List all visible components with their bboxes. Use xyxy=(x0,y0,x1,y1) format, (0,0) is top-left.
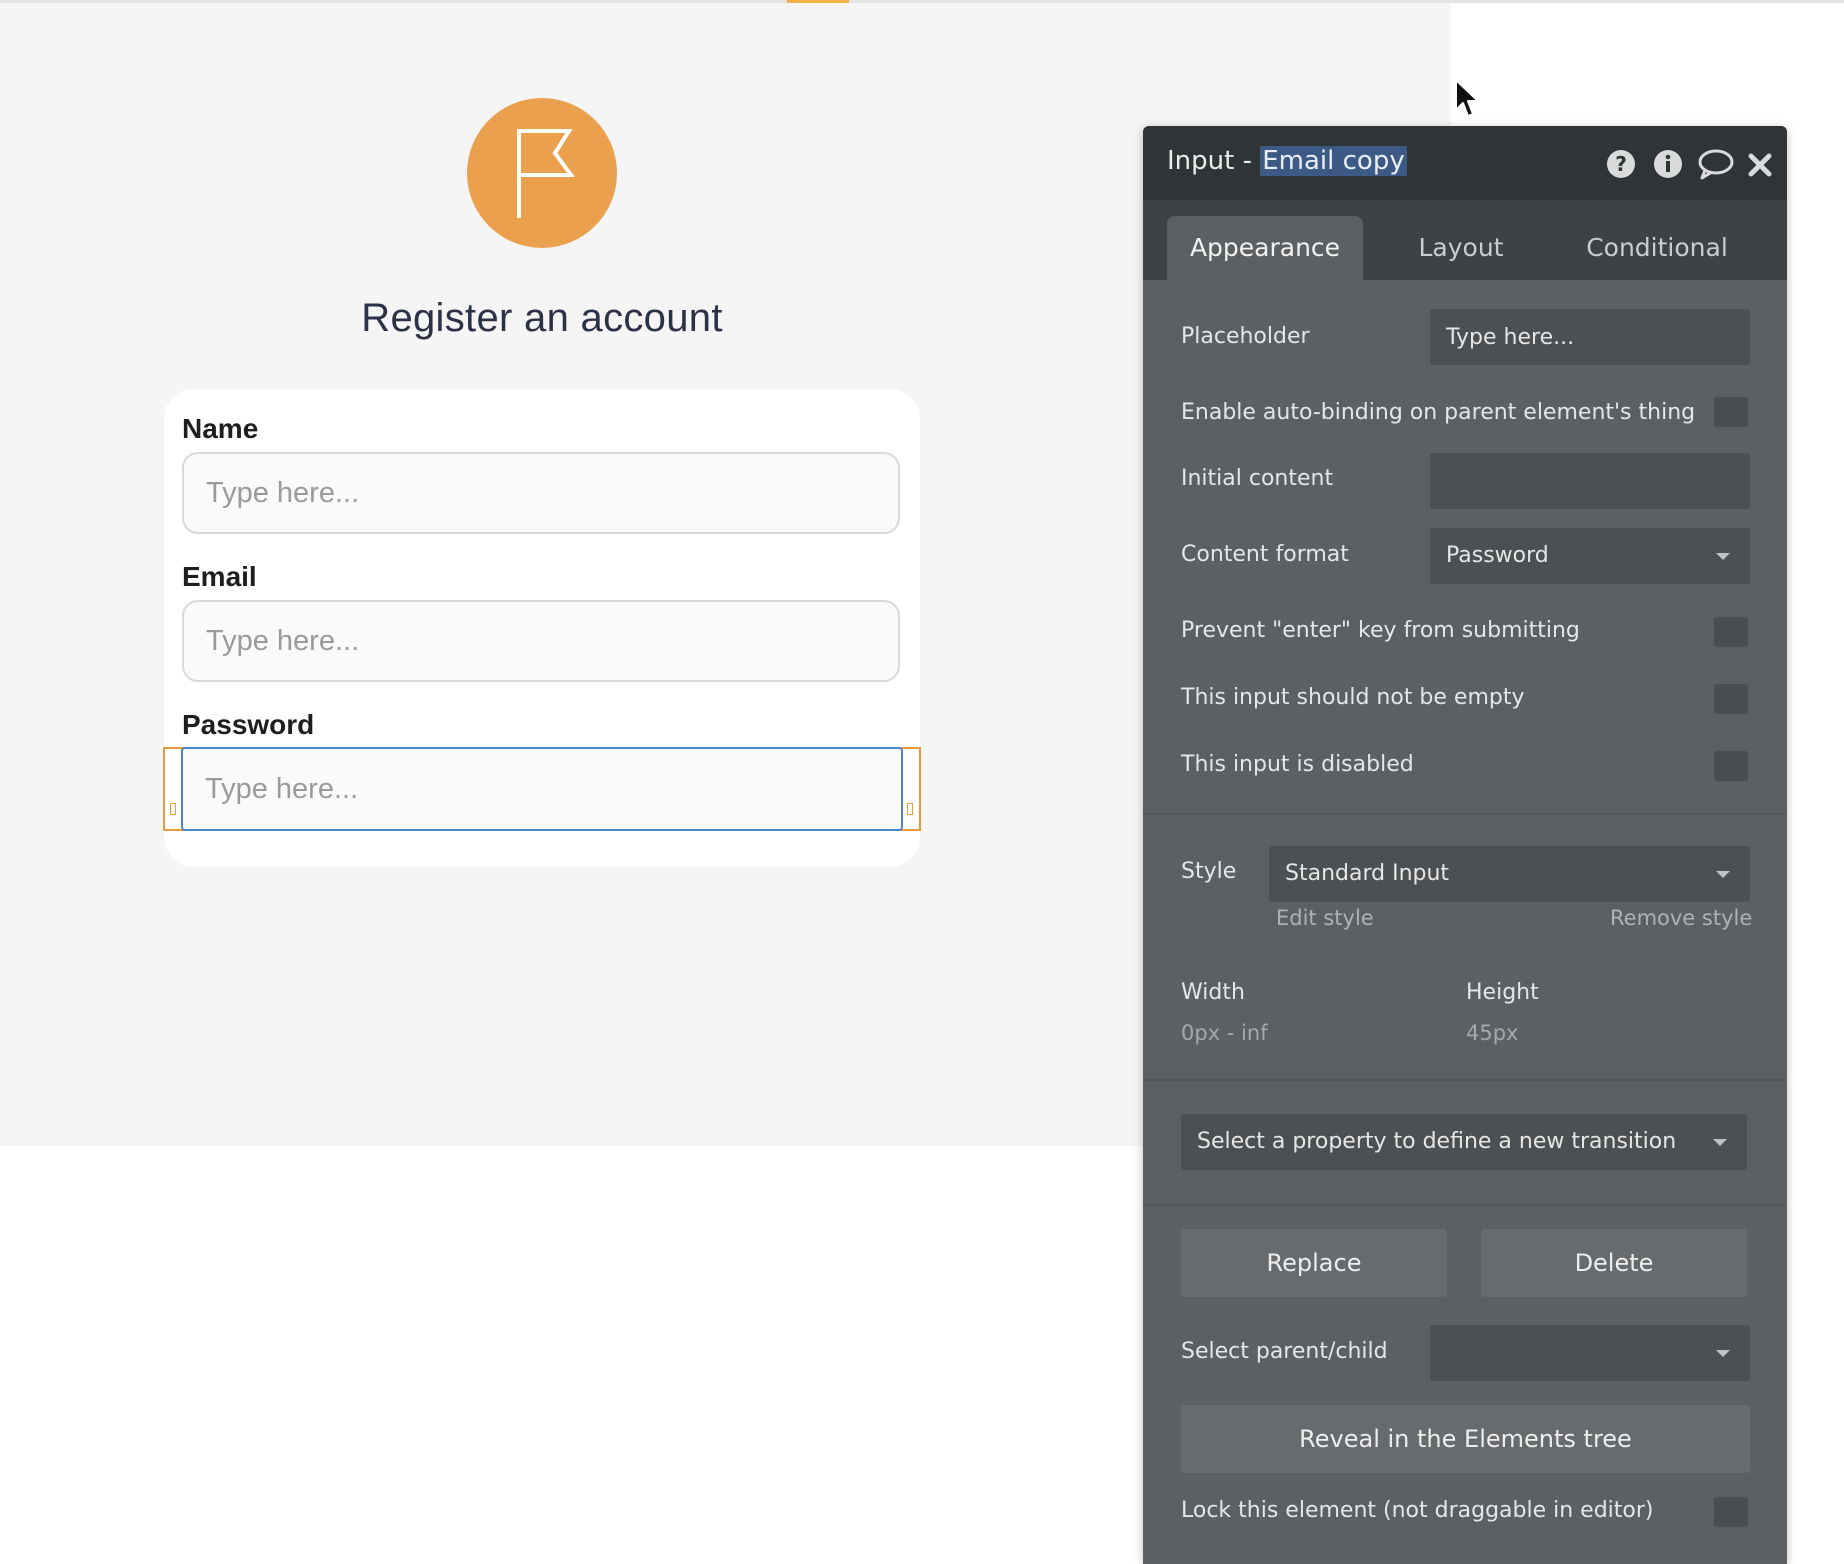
svg-text:?: ? xyxy=(1615,152,1627,176)
panel-header[interactable]: Input - Email copy ? xyxy=(1143,126,1787,200)
selection-handle-right[interactable] xyxy=(907,803,913,815)
selection-handle-left[interactable] xyxy=(170,803,176,815)
initial-content-input[interactable] xyxy=(1430,453,1750,509)
mouse-cursor-icon xyxy=(1455,79,1479,117)
info-icon[interactable] xyxy=(1652,148,1684,180)
style-value: Standard Input xyxy=(1285,861,1450,886)
content-format-label: Content format xyxy=(1181,542,1349,567)
name-label: Name xyxy=(182,413,259,444)
element-name[interactable]: Email copy xyxy=(1260,146,1407,176)
logo xyxy=(467,98,617,248)
autobinding-checkbox[interactable] xyxy=(1714,397,1748,427)
content-format-select[interactable]: Password xyxy=(1430,528,1750,584)
email-label: Email xyxy=(182,561,257,592)
disabled-checkbox[interactable] xyxy=(1714,751,1748,781)
parent-child-label: Select parent/child xyxy=(1181,1339,1388,1364)
height-value[interactable]: 45px xyxy=(1466,1021,1518,1045)
page-title: Register an account xyxy=(361,296,723,340)
close-icon[interactable] xyxy=(1746,148,1774,180)
prevent-enter-checkbox[interactable] xyxy=(1714,617,1748,647)
edit-style-link[interactable]: Edit style xyxy=(1276,906,1374,930)
height-label: Height xyxy=(1466,980,1539,1005)
content-format-value: Password xyxy=(1446,543,1549,568)
password-label: Password xyxy=(182,709,315,740)
section-divider xyxy=(1143,1204,1787,1206)
width-label: Width xyxy=(1181,980,1245,1005)
comment-icon[interactable] xyxy=(1697,148,1735,180)
reveal-elements-tree-button[interactable]: Reveal in the Elements tree xyxy=(1181,1405,1750,1473)
section-divider xyxy=(1143,1079,1787,1081)
password-input[interactable] xyxy=(181,747,903,831)
autobinding-label: Enable auto-binding on parent element's … xyxy=(1181,400,1696,425)
chevron-down-icon xyxy=(1716,1350,1730,1357)
prevent-enter-label: Prevent "enter" key from submitting xyxy=(1181,618,1580,643)
replace-button[interactable]: Replace xyxy=(1181,1229,1447,1297)
disabled-label: This input is disabled xyxy=(1181,752,1414,777)
chevron-down-icon xyxy=(1716,553,1730,560)
initial-content-label: Initial content xyxy=(1181,466,1334,491)
flag-icon xyxy=(517,129,575,218)
not-empty-label: This input should not be empty xyxy=(1181,685,1525,710)
help-icon[interactable]: ? xyxy=(1605,148,1637,180)
panel-title: Input - Email copy xyxy=(1167,146,1407,176)
width-value[interactable]: 0px - inf xyxy=(1181,1021,1268,1045)
not-empty-checkbox[interactable] xyxy=(1714,684,1748,714)
chevron-down-icon xyxy=(1713,1139,1727,1146)
remove-style-link[interactable]: Remove style xyxy=(1610,906,1752,930)
tab-appearance[interactable]: Appearance xyxy=(1167,216,1363,280)
email-input[interactable] xyxy=(182,600,900,682)
transition-select[interactable]: Select a property to define a new transi… xyxy=(1181,1114,1747,1170)
style-label: Style xyxy=(1181,859,1237,884)
lock-label: Lock this element (not draggable in edit… xyxy=(1181,1498,1654,1523)
transition-placeholder: Select a property to define a new transi… xyxy=(1197,1129,1677,1154)
delete-button[interactable]: Delete xyxy=(1481,1229,1747,1297)
style-select[interactable]: Standard Input xyxy=(1269,846,1750,902)
tab-conditional[interactable]: Conditional xyxy=(1559,216,1755,280)
placeholder-label: Placeholder xyxy=(1181,324,1310,349)
placeholder-input[interactable] xyxy=(1430,309,1750,365)
property-editor-panel: Input - Email copy ? Appearance Layout C… xyxy=(1143,126,1787,1564)
section-divider xyxy=(1143,813,1787,815)
name-input[interactable] xyxy=(182,452,900,534)
lock-checkbox[interactable] xyxy=(1714,1497,1748,1527)
chevron-down-icon xyxy=(1716,871,1730,878)
tab-layout[interactable]: Layout xyxy=(1363,216,1559,280)
parent-child-select[interactable] xyxy=(1430,1325,1750,1381)
panel-title-prefix: Input - xyxy=(1167,146,1261,176)
